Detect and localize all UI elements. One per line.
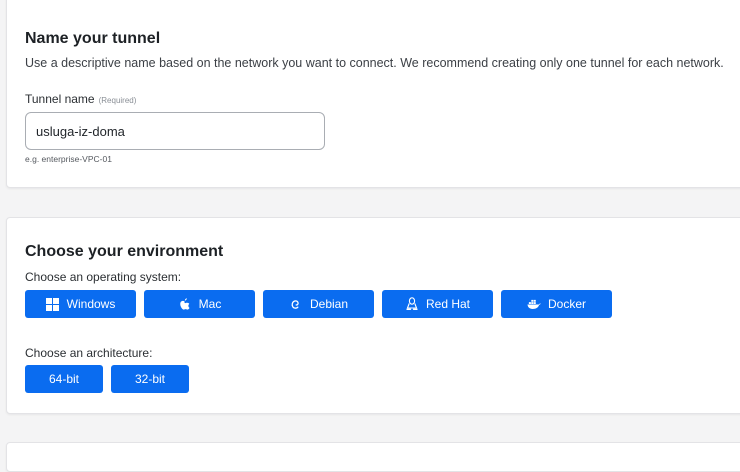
tunnel-name-label-text: Tunnel name: [25, 92, 95, 106]
choose-environment-card: Choose your environment Choose an operat…: [6, 217, 740, 414]
os-label: Choose an operating system:: [25, 270, 182, 284]
os-button-label: Debian: [309, 297, 349, 311]
os-button-label: Red Hat: [425, 297, 471, 311]
linux-icon: [405, 297, 419, 311]
architecture-button-64-bit[interactable]: 64-bit: [25, 365, 103, 393]
os-button-red-hat[interactable]: Red Hat: [382, 290, 493, 318]
os-button-label: Docker: [547, 297, 586, 311]
architecture-button-group: 64-bit 32-bit: [25, 365, 189, 393]
tunnel-name-hint: e.g. enterprise-VPC-01: [25, 154, 112, 164]
os-button-group: Windows Mac Debian Red Hat Docker: [25, 290, 612, 318]
architecture-label: Choose an architecture:: [25, 346, 153, 360]
os-button-label: Mac: [198, 297, 222, 311]
windows-icon: [46, 297, 60, 311]
apple-icon: [178, 297, 192, 311]
os-button-mac[interactable]: Mac: [144, 290, 255, 318]
os-button-label: Windows: [66, 297, 116, 311]
required-tag: (Required): [98, 96, 137, 105]
os-button-docker[interactable]: Docker: [501, 290, 612, 318]
architecture-button-32-bit[interactable]: 32-bit: [111, 365, 189, 393]
debian-icon: [289, 297, 303, 311]
name-tunnel-card: Name your tunnel Use a descriptive name …: [6, 0, 740, 188]
tunnel-name-label: Tunnel name (Required): [25, 92, 136, 106]
os-button-windows[interactable]: Windows: [25, 290, 136, 318]
tunnel-name-input[interactable]: [25, 112, 325, 150]
next-section-card: [6, 442, 740, 472]
section-title-name-tunnel: Name your tunnel: [25, 30, 161, 47]
docker-icon: [527, 297, 541, 311]
section-description: Use a descriptive name based on the netw…: [25, 56, 724, 70]
section-title-environment: Choose your environment: [25, 243, 224, 260]
os-button-debian[interactable]: Debian: [263, 290, 374, 318]
